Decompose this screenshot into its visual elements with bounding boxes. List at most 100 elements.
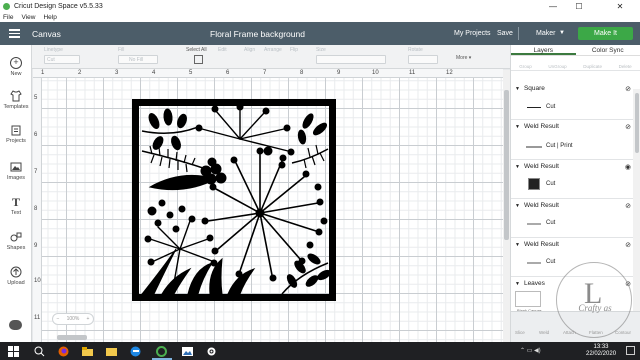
tab-color-sync[interactable]: Color Sync: [576, 45, 640, 55]
edit-control[interactable]: Edit: [218, 47, 227, 53]
chevron-down-icon[interactable]: ▼: [515, 242, 520, 248]
notifications-icon[interactable]: [626, 346, 635, 355]
fill-select[interactable]: No Fill: [118, 55, 158, 64]
flip-control[interactable]: Flip: [290, 47, 298, 53]
machine-select[interactable]: Maker: [536, 30, 555, 37]
canvas-scrollbar-horizontal[interactable]: [42, 334, 502, 341]
blank-canvas-swatch[interactable]: [515, 291, 541, 307]
layer-item[interactable]: ▼ Weld Result ◉ Cut: [511, 161, 633, 199]
hide-icon[interactable]: ⊘: [625, 85, 631, 93]
hide-icon[interactable]: ⊘: [625, 123, 631, 131]
settings-gear-icon[interactable]: [206, 346, 217, 357]
align-control[interactable]: Align: [244, 47, 255, 53]
size-inputs[interactable]: [316, 55, 386, 64]
ruler-tick: 4: [152, 70, 156, 76]
layer-item[interactable]: ▼ Square ⊘ Cut: [511, 83, 633, 120]
sidebar-item-upload[interactable]: Upload: [0, 266, 32, 286]
ungroup-button[interactable]: UnGroup: [548, 64, 566, 69]
scrollbar-thumb[interactable]: [635, 93, 639, 153]
rotate-label: Rotate: [408, 47, 423, 53]
ruler-tick: 6: [226, 70, 230, 76]
tab-layers[interactable]: Layers: [511, 45, 576, 55]
linetype-select[interactable]: Cut: [44, 55, 80, 64]
chevron-down-icon[interactable]: ▼: [515, 164, 520, 170]
layer-name: ▼ Leaves: [515, 280, 545, 287]
sidebar-item-shapes[interactable]: Shapes: [0, 231, 32, 251]
menu-help[interactable]: Help: [43, 14, 56, 21]
hide-icon[interactable]: ⊘: [625, 202, 631, 210]
edge-icon[interactable]: [130, 346, 141, 357]
menu-file[interactable]: File: [3, 14, 13, 21]
linetype-label: Linetype: [44, 47, 63, 53]
minimize-button[interactable]: —: [540, 0, 566, 13]
photos-icon[interactable]: [182, 346, 193, 357]
delete-button[interactable]: Delete: [619, 64, 632, 69]
ruler-tick: 9: [34, 243, 38, 249]
arrange-control[interactable]: Arrange: [264, 47, 282, 53]
text-icon: T: [11, 195, 20, 209]
my-projects-link[interactable]: My Projects: [454, 30, 491, 37]
shirt-icon: [10, 90, 22, 102]
layer-item[interactable]: ▼ Weld Result ⊘ Cut: [511, 200, 633, 238]
watermark-stamp: L Crafty as: [556, 262, 632, 338]
close-button[interactable]: ✕: [600, 0, 640, 13]
contour-button[interactable]: Contour: [615, 330, 631, 335]
rotate-control[interactable]: Rotate: [408, 47, 438, 64]
hide-icon[interactable]: ⊘: [625, 241, 631, 249]
hamburger-menu-icon[interactable]: [0, 22, 28, 45]
sidebar-item-templates[interactable]: Templates: [0, 90, 32, 110]
chevron-down-icon[interactable]: ▼: [515, 281, 520, 287]
rotate-input[interactable]: [408, 55, 438, 64]
ruler-tick: 7: [34, 169, 38, 175]
zoom-in-icon[interactable]: +: [86, 316, 89, 322]
ruler-tick: 6: [34, 132, 38, 138]
windows-start-icon[interactable]: [8, 346, 19, 357]
zoom-control[interactable]: − 100% +: [52, 313, 94, 325]
chevron-down-icon[interactable]: ▼: [515, 86, 520, 92]
fill-control[interactable]: Fill No Fill: [118, 47, 158, 64]
size-label: Size: [316, 47, 326, 53]
sidebar-item-text[interactable]: T Text: [0, 196, 32, 216]
make-it-button[interactable]: Make It: [578, 27, 633, 40]
sidebar-item-new[interactable]: + New: [0, 57, 32, 77]
canvas-scrollbar-vertical[interactable]: [503, 70, 510, 342]
linetype-control[interactable]: Linetype Cut: [44, 47, 80, 64]
menu-view[interactable]: View: [21, 14, 35, 21]
scrollbar-thumb[interactable]: [57, 335, 87, 340]
chevron-down-icon[interactable]: ▼: [515, 124, 520, 130]
system-tray-icons[interactable]: ⌃ ▭ ◀): [520, 347, 541, 354]
zoom-out-icon[interactable]: −: [57, 316, 60, 322]
chevron-down-icon[interactable]: ▼: [559, 30, 565, 36]
select-all-control[interactable]: Select All: [186, 47, 210, 64]
ruler-tick: 5: [34, 95, 38, 101]
file-explorer-icon[interactable]: [82, 346, 93, 357]
upload-icon: [10, 266, 22, 278]
weld-button[interactable]: Weld: [539, 330, 549, 335]
clock[interactable]: 13:33 22/02/2020: [586, 344, 616, 358]
chevron-down-icon[interactable]: ▼: [515, 203, 520, 209]
eye-icon[interactable]: ◉: [625, 163, 631, 171]
ruler-tick: 10: [372, 70, 379, 76]
chat-help-icon[interactable]: [9, 320, 22, 330]
maximize-button[interactable]: ☐: [566, 0, 592, 13]
group-button[interactable]: Group: [519, 64, 532, 69]
sidebar-item-projects[interactable]: Projects: [0, 124, 32, 144]
duplicate-button[interactable]: Duplicate: [583, 64, 602, 69]
layer-name: ▼ Weld Result: [515, 241, 559, 248]
slice-button[interactable]: Slice: [515, 330, 525, 335]
save-link[interactable]: Save: [497, 30, 513, 37]
panel-scrollbar[interactable]: [633, 89, 640, 322]
cricut-taskbar-icon[interactable]: [156, 346, 167, 357]
file-manager-icon[interactable]: [106, 346, 117, 357]
select-all-icon[interactable]: [194, 55, 203, 64]
layer-item[interactable]: ▼ Weld Result ⊘ Cut | Print: [511, 121, 633, 160]
firefox-icon[interactable]: [58, 346, 69, 357]
scrollbar-thumb[interactable]: [504, 90, 509, 240]
size-control[interactable]: Size: [316, 47, 386, 64]
search-icon[interactable]: [34, 346, 45, 357]
sidebar-item-images[interactable]: Images: [0, 161, 32, 181]
left-sidebar: + New Templates Projects Images T Text S…: [0, 45, 32, 342]
floral-frame-artwork[interactable]: [132, 99, 336, 301]
more-menu[interactable]: More ▾: [456, 55, 471, 61]
layer-thumbnail: [525, 256, 543, 269]
